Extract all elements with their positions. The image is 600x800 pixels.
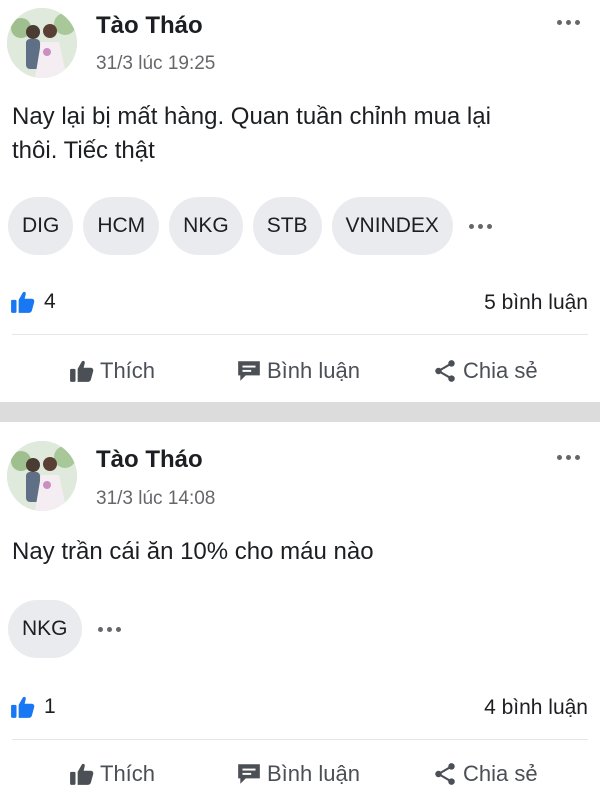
more-options-button[interactable] [548, 443, 588, 471]
tag-dig[interactable]: DIG [8, 197, 74, 255]
avatar[interactable] [7, 441, 77, 511]
comment-button-label: Bình luận [267, 761, 360, 786]
comment-button[interactable]: Bình luận [236, 752, 360, 796]
post-timestamp[interactable]: 31/3 lúc 19:25 [96, 53, 215, 75]
share-button[interactable]: Chia sẻ [432, 349, 538, 393]
like-button-label: Thích [100, 358, 156, 383]
like-count[interactable]: 4 [10, 289, 56, 315]
like-count-value: 4 [44, 290, 56, 313]
author-name[interactable]: Tào Tháo [96, 12, 203, 40]
author-name[interactable]: Tào Tháo [96, 446, 203, 474]
comment-count[interactable]: 5 bình luận [484, 291, 588, 315]
share-icon [435, 360, 455, 382]
share-button-label: Chia sẻ [463, 358, 538, 383]
more-dots-icon [556, 19, 562, 25]
separator [12, 334, 588, 335]
tag-hcm[interactable]: HCM [83, 197, 160, 255]
comment-button[interactable]: Bình luận [236, 349, 360, 393]
post-card: Tào Tháo 31/3 lúc 14:08 Nay trần cái ăn … [0, 422, 600, 800]
thumbs-up-icon [10, 289, 36, 315]
tag-nkg[interactable]: NKG [8, 600, 82, 658]
post-card: Tào Tháo 31/3 lúc 19:25 Nay lại bị mất h… [0, 0, 600, 402]
share-button-label: Chia sẻ [463, 761, 538, 786]
like-button[interactable]: Thích [69, 349, 155, 393]
avatar[interactable] [7, 8, 77, 78]
more-tags-button[interactable] [92, 600, 127, 658]
tag-vnindex[interactable]: VNINDEX [331, 197, 453, 255]
like-count[interactable]: 1 [10, 694, 56, 720]
tag-stb[interactable]: STB [252, 197, 322, 255]
like-count-value: 1 [44, 695, 56, 718]
comment-button-label: Bình luận [267, 358, 360, 383]
tag-nkg[interactable]: NKG [169, 197, 243, 255]
post-text-line: thôi. Tiếc thật [12, 137, 155, 164]
comment-count[interactable]: 4 bình luận [484, 696, 588, 720]
ticker-tags: NKG [8, 600, 127, 658]
comment-icon [238, 361, 260, 381]
post-text-line: Nay lại bị mất hàng. Quan tuần chỉnh mua… [12, 103, 491, 130]
comment-icon [238, 764, 260, 784]
share-icon [435, 763, 455, 785]
post-text-line: Nay trần cái ăn 10% cho máu nào [12, 538, 374, 565]
action-bar: Thích Bình luận Chia sẻ [0, 752, 600, 796]
action-bar: Thích Bình luận Chia sẻ [0, 349, 600, 393]
more-dots-icon [468, 223, 474, 229]
post-text: Nay lại bị mất hàng. Quan tuần chỉnh mua… [12, 100, 582, 168]
thumbs-up-icon [70, 763, 94, 785]
post-timestamp[interactable]: 31/3 lúc 14:08 [96, 488, 215, 510]
more-dots-icon [556, 454, 562, 460]
more-tags-button[interactable] [463, 197, 498, 255]
share-button[interactable]: Chia sẻ [432, 752, 538, 796]
like-button[interactable]: Thích [69, 752, 155, 796]
more-options-button[interactable] [548, 8, 588, 36]
ticker-tags: DIG HCM NKG STB VNINDEX [8, 197, 498, 255]
feed-divider [0, 402, 600, 422]
thumbs-up-icon [10, 694, 36, 720]
separator [12, 739, 588, 740]
post-text: Nay trần cái ăn 10% cho máu nào [12, 535, 582, 569]
like-button-label: Thích [100, 761, 156, 786]
more-dots-icon [97, 626, 103, 632]
thumbs-up-icon [70, 360, 94, 382]
